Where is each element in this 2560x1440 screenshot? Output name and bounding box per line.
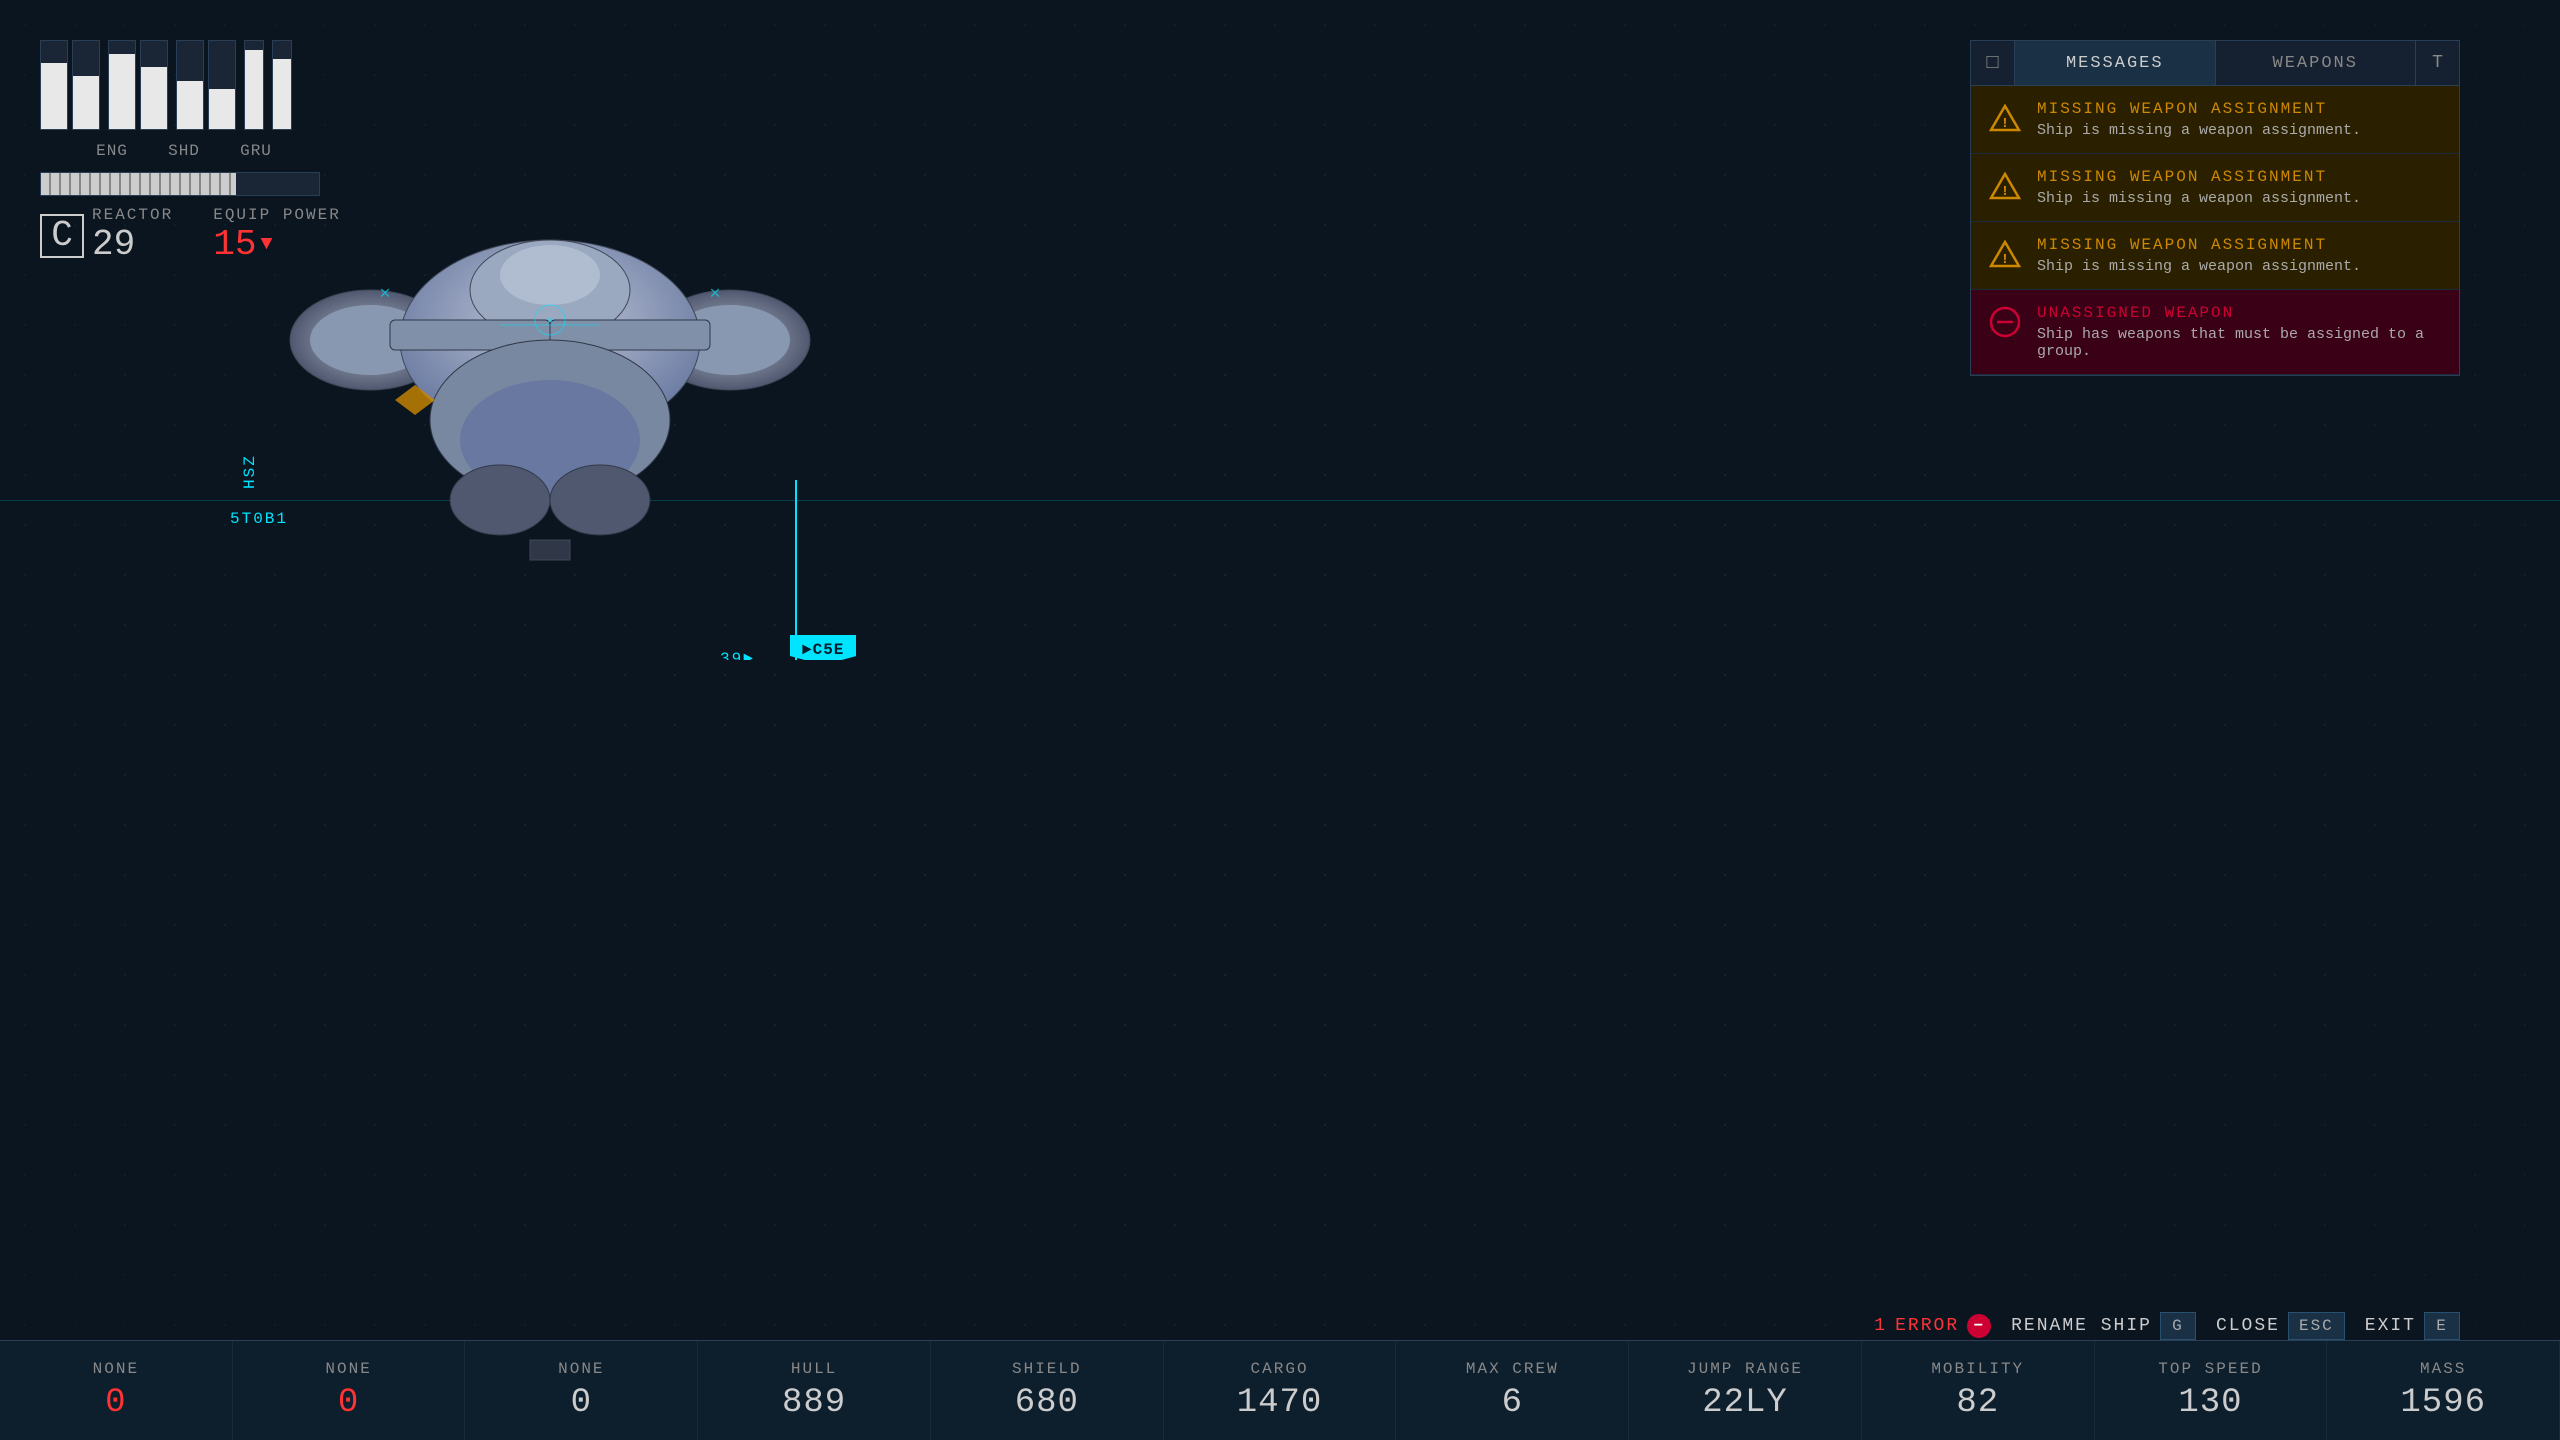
error-badge: 1 ERROR −	[1874, 1314, 1991, 1338]
message-content-3: UNASSIGNED WEAPON Ship has weapons that m…	[2037, 304, 2443, 360]
stat-value-6: 6	[1502, 1384, 1523, 1422]
stat-item-none: NONE 0	[0, 1341, 233, 1440]
stat-item-none: NONE 0	[465, 1341, 698, 1440]
panel-header: □ MESSAGES WEAPONS T	[1971, 41, 2459, 86]
stat-label-7: JUMP RANGE	[1687, 1360, 1803, 1378]
message-body-2: Ship is missing a weapon assignment.	[2037, 258, 2443, 275]
ship-marker-2: 5T0B1	[230, 510, 288, 528]
stat-value-2: 0	[571, 1384, 592, 1422]
ship-vertical-line	[795, 480, 797, 660]
message-title-0: MISSING WEAPON ASSIGNMENT	[2037, 100, 2443, 118]
message-content-1: MISSING WEAPON ASSIGNMENT Ship is missing…	[2037, 168, 2443, 207]
stat-item-mobility: MOBILITY 82	[1862, 1341, 2095, 1440]
messages-panel: □ MESSAGES WEAPONS T ! MISSING WEAPON ASS…	[1970, 40, 2460, 376]
stat-label-3: HULL	[791, 1360, 837, 1378]
stat-value-7: 22LY	[1702, 1384, 1788, 1422]
stat-label-5: CARGO	[1251, 1360, 1309, 1378]
warning-icon: !	[1987, 236, 2023, 272]
stat-value-9: 130	[2178, 1384, 2242, 1422]
error-circle-icon: −	[1967, 1314, 1991, 1338]
message-title-2: MISSING WEAPON ASSIGNMENT	[2037, 236, 2443, 254]
ship-viewport: ✕ ✕ ✕ HSZ 5T0B1 39► ►C5E	[0, 0, 940, 660]
message-body-3: Ship has weapons that must be assigned t…	[2037, 326, 2443, 360]
message-content-2: MISSING WEAPON ASSIGNMENT Ship is missing…	[2037, 236, 2443, 275]
rename-ship-label: RENAME SHIP	[2011, 1316, 2152, 1336]
stat-item-top-speed: TOP SPEED 130	[2095, 1341, 2328, 1440]
messages-list: ! MISSING WEAPON ASSIGNMENT Ship is missin…	[1971, 86, 2459, 375]
stat-value-10: 1596	[2400, 1384, 2486, 1422]
stats-bar: NONE 0 NONE 0 NONE 0 HULL 889 SHIELD 680 CARGO 1470…	[0, 1340, 2560, 1440]
svg-text:✕: ✕	[380, 284, 391, 304]
close-label: CLOSE	[2216, 1316, 2280, 1336]
message-content-0: MISSING WEAPON ASSIGNMENT Ship is missing…	[2037, 100, 2443, 139]
rename-key-badge: G	[2160, 1312, 2196, 1340]
stats-container: NONE 0 NONE 0 NONE 0 HULL 889 SHIELD 680 CARGO 1470…	[0, 1341, 2560, 1440]
exit-label: EXIT	[2365, 1316, 2416, 1336]
stat-item-max-crew: MAX CREW 6	[1396, 1341, 1629, 1440]
stat-item-cargo: CARGO 1470	[1164, 1341, 1397, 1440]
stat-item-mass: MASS 1596	[2327, 1341, 2560, 1440]
svg-text:!: !	[2001, 116, 2009, 132]
message-item-0: ! MISSING WEAPON ASSIGNMENT Ship is missin…	[1971, 86, 2459, 154]
panel-square-icon: □	[1971, 41, 2015, 85]
stat-label-4: SHIELD	[1012, 1360, 1082, 1378]
stat-item-hull: HULL 889	[698, 1341, 931, 1440]
stat-item-jump-range: JUMP RANGE 22LY	[1629, 1341, 1862, 1440]
stat-value-5: 1470	[1237, 1384, 1323, 1422]
error-icon	[1987, 304, 2023, 340]
exit-button[interactable]: EXIT E	[2365, 1312, 2460, 1340]
svg-text:✕: ✕	[710, 284, 721, 304]
marker-4-container: ►C5E	[790, 635, 856, 660]
message-item-3: UNASSIGNED WEAPON Ship has weapons that m…	[1971, 290, 2459, 375]
stat-label-9: TOP SPEED	[2158, 1360, 2262, 1378]
tab-weapons[interactable]: WEAPONS	[2216, 41, 2416, 85]
stat-item-shield: SHIELD 680	[931, 1341, 1164, 1440]
stat-value-3: 889	[782, 1384, 846, 1422]
stat-label-2: NONE	[558, 1360, 604, 1378]
svg-text:!: !	[2001, 252, 2009, 268]
stat-value-0: 0	[105, 1384, 126, 1422]
warning-icon: !	[1987, 100, 2023, 136]
svg-text:!: !	[2001, 184, 2009, 200]
ship-marker-3: 39►	[720, 650, 755, 660]
stat-label-0: NONE	[93, 1360, 139, 1378]
exit-key-badge: E	[2424, 1312, 2460, 1340]
rename-ship-button[interactable]: RENAME SHIP G	[2011, 1312, 2196, 1340]
svg-text:✕: ✕	[546, 314, 553, 328]
message-item-2: ! MISSING WEAPON ASSIGNMENT Ship is missin…	[1971, 222, 2459, 290]
tab-messages[interactable]: MESSAGES	[2015, 41, 2216, 85]
stat-label-1: NONE	[325, 1360, 371, 1378]
message-title-1: MISSING WEAPON ASSIGNMENT	[2037, 168, 2443, 186]
warning-icon: !	[1987, 168, 2023, 204]
message-title-3: UNASSIGNED WEAPON	[2037, 304, 2443, 322]
message-body-0: Ship is missing a weapon assignment.	[2037, 122, 2443, 139]
error-count: 1	[1874, 1316, 1887, 1336]
stat-label-10: MASS	[2420, 1360, 2466, 1378]
ship-marker-4: ►C5E	[790, 635, 856, 660]
ship-marker-1: HSZ	[241, 454, 259, 489]
stat-value-8: 82	[1956, 1384, 1999, 1422]
stat-item-none: NONE 0	[233, 1341, 466, 1440]
message-item-1: ! MISSING WEAPON ASSIGNMENT Ship is missin…	[1971, 154, 2459, 222]
action-bar: 1 ERROR − RENAME SHIP G CLOSE ESC EXIT E	[1874, 1312, 2460, 1340]
stat-value-4: 680	[1015, 1384, 1079, 1422]
message-body-1: Ship is missing a weapon assignment.	[2037, 190, 2443, 207]
close-key-badge: ESC	[2288, 1312, 2345, 1340]
close-button[interactable]: CLOSE ESC	[2216, 1312, 2345, 1340]
stat-label-8: MOBILITY	[1931, 1360, 2024, 1378]
tab-key-t[interactable]: T	[2415, 41, 2459, 85]
error-label: ERROR	[1895, 1316, 1959, 1336]
stat-value-1: 0	[338, 1384, 359, 1422]
stat-label-6: MAX CREW	[1466, 1360, 1559, 1378]
